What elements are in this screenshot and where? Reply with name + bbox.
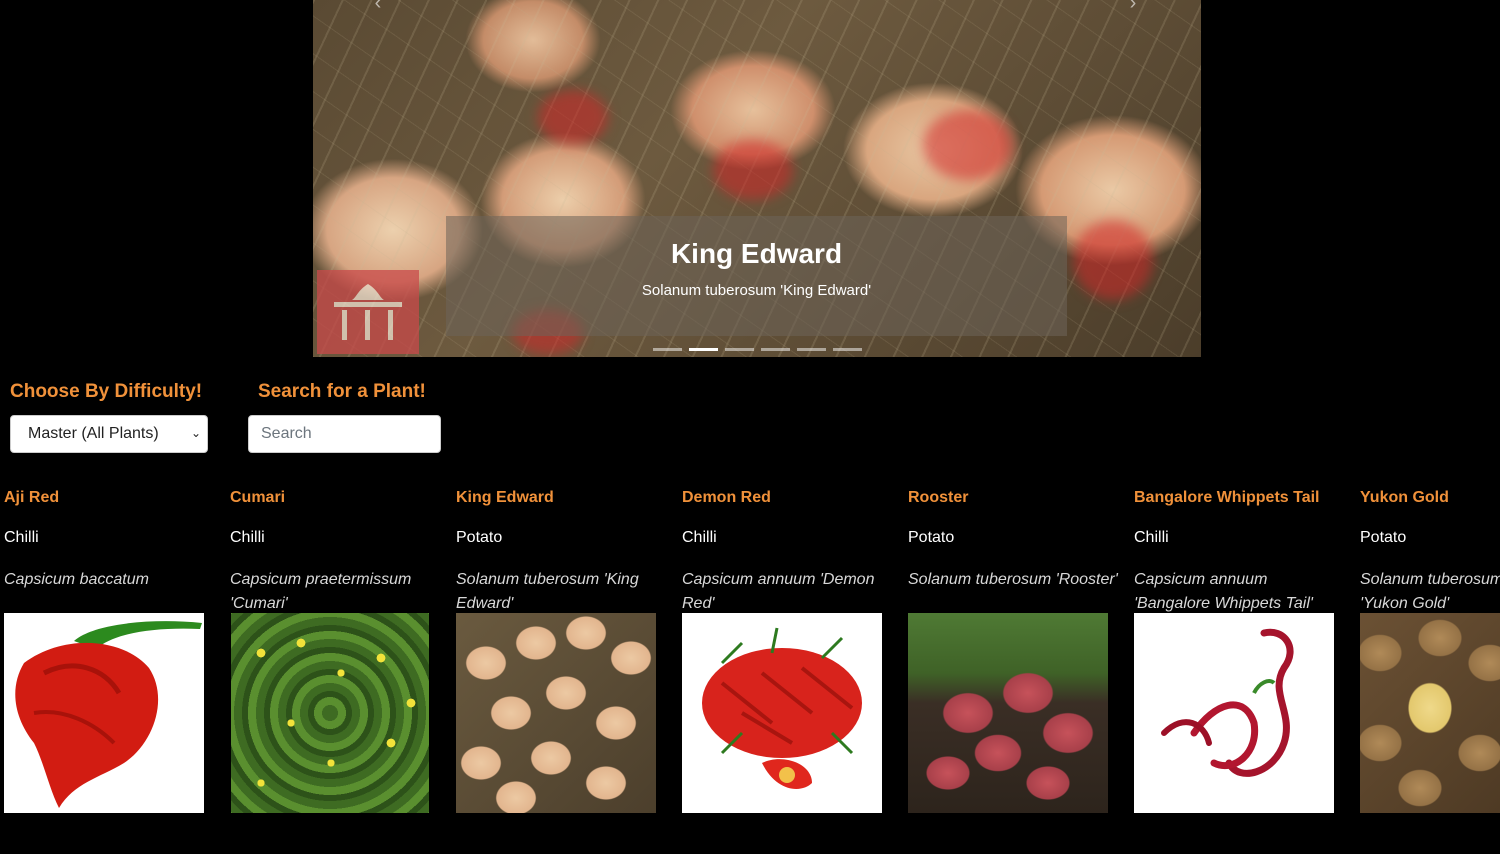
plant-name[interactable]: Demon Red bbox=[682, 489, 892, 507]
carousel-next-arrow-icon[interactable]: › bbox=[1113, 0, 1153, 14]
plant-card-demon-red[interactable]: Demon Red Chilli Capsicum annuum 'Demon … bbox=[682, 487, 892, 813]
plant-scientific-name: Solanum tuberosum 'King Edward' bbox=[456, 571, 639, 612]
plant-name[interactable]: King Edward bbox=[456, 489, 666, 507]
chevron-down-icon: ⌄ bbox=[190, 426, 201, 440]
potato-blush bbox=[538, 90, 608, 145]
carousel-indicator-2[interactable] bbox=[688, 348, 718, 351]
carousel-indicator-5[interactable] bbox=[796, 348, 826, 351]
plant-type: Potato bbox=[1360, 529, 1407, 546]
carousel-indicator-6[interactable] bbox=[832, 348, 862, 351]
plant-type: Potato bbox=[908, 529, 955, 546]
potato-blush bbox=[1073, 220, 1153, 300]
plant-scientific-name: Capsicum baccatum bbox=[4, 571, 149, 588]
potato-blush bbox=[713, 140, 793, 200]
plant-type: Chilli bbox=[682, 529, 717, 546]
plant-image[interactable] bbox=[1360, 613, 1500, 813]
plant-scientific-name: Capsicum praetermissum 'Cumari' bbox=[230, 571, 412, 612]
carousel-caption: King Edward Solanum tuberosum 'King Edwa… bbox=[446, 216, 1067, 336]
plant-scientific-name: Capsicum annuum 'Bangalore Whippets Tail… bbox=[1134, 571, 1313, 612]
plant-image[interactable] bbox=[908, 613, 1108, 813]
page: ‹ › King Edward Solanum tuberosum 'King … bbox=[0, 0, 1500, 854]
plant-type: Chilli bbox=[230, 529, 265, 546]
plant-name[interactable]: Bangalore Whippets Tail bbox=[1134, 489, 1344, 507]
plant-image[interactable] bbox=[4, 613, 204, 813]
carousel-indicators bbox=[313, 348, 1201, 351]
plant-type: Potato bbox=[456, 529, 503, 546]
hero-carousel[interactable]: ‹ › King Edward Solanum tuberosum 'King … bbox=[313, 0, 1201, 357]
carousel-subtitle: Solanum tuberosum 'King Edward' bbox=[641, 282, 872, 299]
plant-card-yukon-gold[interactable]: Yukon Gold Potato Solanum tuberosum 'Yuk… bbox=[1360, 487, 1500, 813]
difficulty-select[interactable]: Master (All Plants) ⌄ bbox=[10, 415, 208, 453]
plant-card-rooster[interactable]: Rooster Potato Solanum tuberosum 'Rooste… bbox=[908, 487, 1118, 813]
thompson-morgan-logo-icon bbox=[317, 270, 419, 354]
plant-image[interactable] bbox=[682, 613, 882, 813]
plant-type: Chilli bbox=[4, 529, 39, 546]
plant-name[interactable]: Cumari bbox=[230, 489, 440, 507]
plant-scientific-name: Capsicum annuum 'Demon Red' bbox=[682, 571, 875, 612]
difficulty-select-value: Master (All Plants) bbox=[28, 425, 159, 442]
plant-card-king-edward[interactable]: King Edward Potato Solanum tuberosum 'Ki… bbox=[456, 487, 666, 813]
plant-name[interactable]: Rooster bbox=[908, 489, 1118, 507]
plant-name[interactable]: Aji Red bbox=[4, 489, 214, 507]
search-input[interactable] bbox=[248, 415, 441, 453]
search-label: Search for a Plant! bbox=[258, 381, 426, 402]
chilli-image-icon bbox=[15, 621, 202, 808]
plant-scientific-name: Solanum tuberosum 'Rooster' bbox=[908, 571, 1118, 588]
carousel-indicator-1[interactable] bbox=[652, 348, 682, 351]
carousel-prev-arrow-icon[interactable]: ‹ bbox=[358, 0, 398, 14]
carousel-indicator-4[interactable] bbox=[760, 348, 790, 351]
difficulty-label: Choose By Difficulty! bbox=[10, 381, 203, 402]
plant-card-cumari[interactable]: Cumari Chilli Capsicum praetermissum 'Cu… bbox=[230, 487, 440, 813]
plant-type: Chilli bbox=[1134, 529, 1169, 546]
plant-scientific-name: Solanum tuberosum 'Yukon Gold' bbox=[1360, 571, 1500, 612]
plant-card-aji-red[interactable]: Aji Red Chilli Capsicum baccatum bbox=[4, 487, 214, 813]
plant-image[interactable] bbox=[231, 613, 429, 813]
plant-name[interactable]: Yukon Gold bbox=[1360, 489, 1500, 507]
plant-image[interactable] bbox=[456, 613, 656, 813]
carousel-indicator-3[interactable] bbox=[724, 348, 754, 351]
carousel-title: King Edward bbox=[670, 238, 843, 269]
logo-glyph-icon bbox=[334, 284, 402, 340]
plant-image[interactable] bbox=[1134, 613, 1334, 813]
chilli-image-icon bbox=[1161, 628, 1294, 777]
plant-card-bangalore-whippets-tail[interactable]: Bangalore Whippets Tail Chilli Capsicum … bbox=[1134, 487, 1344, 813]
chilli-image-icon bbox=[702, 627, 862, 789]
potato-blush bbox=[923, 110, 1013, 180]
